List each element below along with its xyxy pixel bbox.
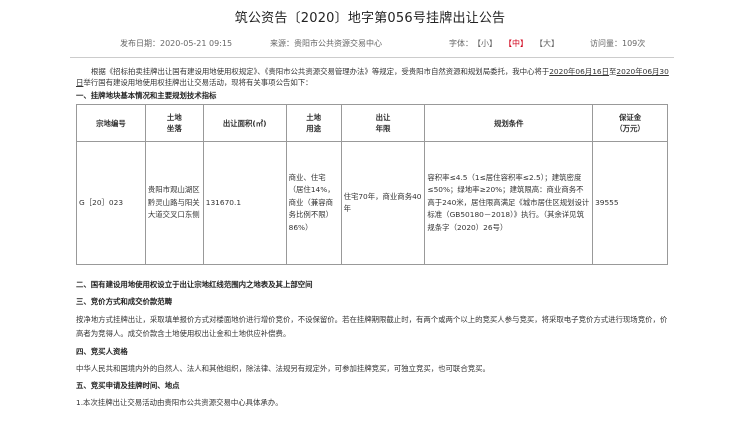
font-size-label: 字体：: [449, 39, 473, 48]
col-header-deposit-line1: 保证金: [618, 113, 642, 122]
section-1-heading: 一、挂牌地块基本情况和主要规划技术指标: [76, 91, 217, 100]
font-medium-button[interactable]: 【中】: [504, 38, 528, 49]
cell-deposit: 39555: [592, 141, 668, 265]
col-header-use-line1: 土地: [306, 113, 321, 122]
intro-line1: 根据《招标拍卖挂牌出让国有建设用地使用权规定》、《贵阳市公共资源交易管理办法》等…: [91, 67, 550, 76]
start-date: 2020年06月16日: [549, 67, 610, 76]
cell-area: 131670.1: [202, 141, 287, 265]
col-header-term-line2: 年限: [375, 124, 391, 133]
page-title: 筑公资告〔2020〕地字第056号挂牌出让公告: [234, 11, 506, 26]
intro-line2: 举行国有建设用地使用权挂牌出让交易活动，现将有关事项公告如下：: [83, 78, 313, 87]
table-header-row: 宗地编号 土地坐落 出让面积(㎡) 土地用途 出让年限 规划条件 保证金 （万元）: [76, 104, 668, 142]
cell-use: 商业、住宅（居住14%，商业（兼容商务比例不限）86%）: [285, 141, 342, 265]
font-small-button[interactable]: 【小】: [473, 38, 497, 49]
section-3-text: 按净地方式挂牌出让，采取填单报价方式对楼面地价进行增价竞价，不设保留价。若在挂牌…: [76, 315, 668, 338]
col-header-location: 土地 坐落: [144, 104, 204, 142]
table-row: G［20］023 贵阳市观山湖区黔灵山路与阳关大道交叉口东侧 131670.1 …: [76, 141, 668, 265]
article-meta: 发布日期：2020-05-21 09:15 来源：贵阳市公共资源交易中心 字体：…: [0, 38, 740, 50]
section-4-text: 中华人民共和国境内外的自然人、法人和其他组织，除法律、法规另有规定外，可参加挂牌…: [76, 364, 490, 373]
header-divider: [70, 57, 674, 58]
cell-location: 贵阳市观山湖区黔灵山路与阳关大道交叉口东侧: [144, 141, 204, 265]
col-header-plan: 规划条件: [424, 104, 594, 142]
section-5-heading: 五、竞买申请及挂牌时间、地点: [76, 381, 180, 390]
cell-code: G［20］023: [76, 141, 146, 265]
col-header-use: 土地 用途: [285, 104, 342, 142]
col-header-deposit: 保证金 （万元）: [592, 104, 668, 142]
col-header-location-line2: 坐落: [166, 124, 182, 133]
publish-date: 发布日期：2020-05-21 09:15: [120, 39, 233, 48]
cell-term: 住宅70年，商业商务40年: [340, 141, 426, 265]
col-header-use-line2: 用途: [306, 124, 321, 133]
section-2-heading: 二、国有建设用地使用权设立于出让宗地红线范围内之地表及其上部空间: [76, 280, 313, 289]
land-parcel-table: 宗地编号 土地坐落 出让面积(㎡) 土地用途 出让年限 规划条件 保证金 （万元）…: [76, 104, 668, 265]
section-4-heading: 四、竞买人资格: [76, 347, 128, 356]
col-header-location-line1: 土地: [166, 113, 182, 122]
col-header-deposit-line2: （万元）: [615, 124, 645, 133]
view-count: 访问量：109次: [590, 39, 646, 48]
col-header-area: 出让面积(㎡): [202, 104, 287, 142]
cell-plan: 容积率≤4.5（1≤居住容积率≤2.5）；建筑密度≤50%；绿地率≥20%；建筑…: [424, 141, 594, 265]
font-large-button[interactable]: 【大】: [535, 38, 559, 49]
article-body: 根据《招标拍卖挂牌出让国有建设用地使用权规定》、《贵阳市公共资源交易管理办法》等…: [76, 66, 670, 408]
col-header-term: 出让 年限: [340, 104, 426, 142]
col-header-term-line1: 出让: [375, 113, 391, 122]
section-3-heading: 三、竞价方式和成交价款范畴: [76, 297, 173, 306]
section-5-text: 1.本次挂牌出让交易活动由贵阳市公共资源交易中心具体承办。: [76, 398, 283, 407]
intro-paragraph: 根据《招标拍卖挂牌出让国有建设用地使用权规定》、《贵阳市公共资源交易管理办法》等…: [76, 66, 670, 88]
col-header-code: 宗地编号: [76, 104, 146, 142]
source: 来源：贵阳市公共资源交易中心: [270, 39, 382, 48]
